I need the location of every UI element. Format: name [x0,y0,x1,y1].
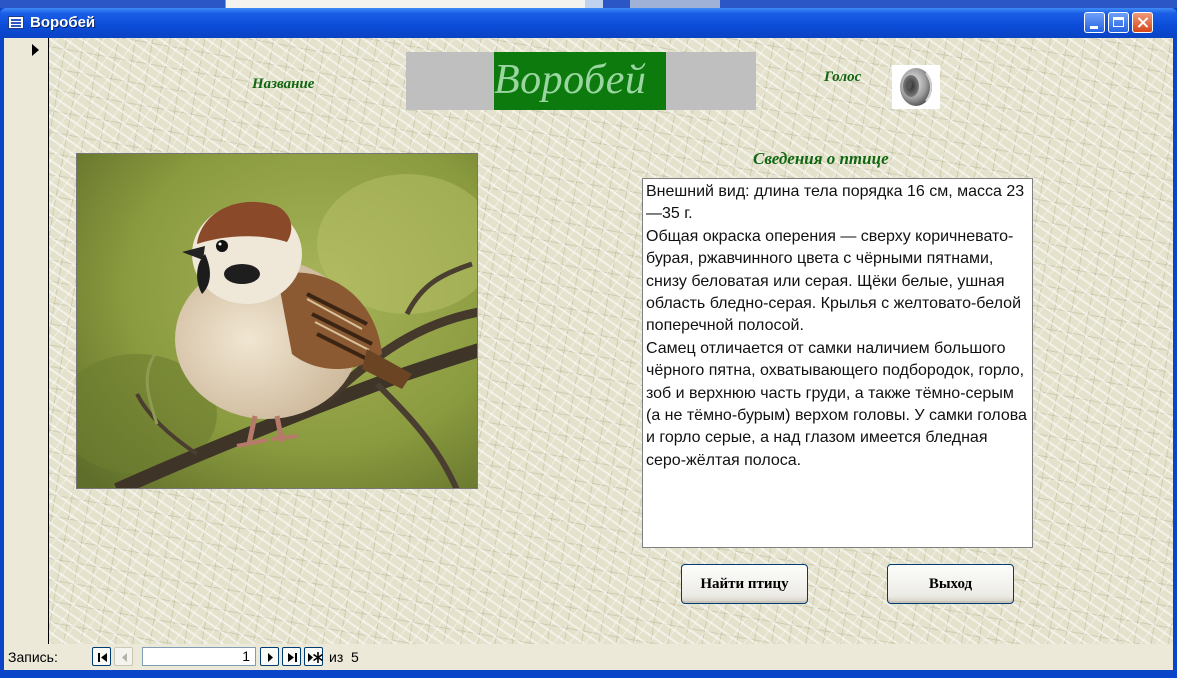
new-record-icon [308,652,323,663]
info-label: Сведения о птице [753,149,889,168]
record-label: Запись: [8,649,58,665]
first-record-icon [98,653,107,662]
last-record-button[interactable] [282,647,301,666]
name-label: Название [252,76,315,92]
previous-record-icon [122,653,127,662]
record-navigation-bar: Запись: 1 из 5 [4,644,1173,670]
last-record-icon [288,653,297,662]
record-of-label: из [329,649,344,665]
current-record-input[interactable]: 1 [142,647,256,666]
name-field[interactable]: Воробей [406,52,756,110]
bird-photo [76,153,478,489]
new-record-button[interactable] [304,647,323,666]
minimize-button[interactable] [1084,12,1105,33]
form-client-area: Название Воробей Голос Сведения о птице … [4,38,1173,670]
window-title: Воробей [30,14,96,31]
form-detail-section: Название Воробей Голос Сведения о птице … [49,38,1173,644]
form-window: Воробей Название Воробей Голос Сведения … [0,8,1177,678]
voice-label: Голос [824,69,862,85]
maximize-button[interactable] [1108,12,1129,33]
next-record-button[interactable] [260,647,279,666]
record-total: 5 [351,649,359,665]
bird-info-textbox[interactable]: Внешний вид: длина тела порядка 16 см, м… [642,178,1033,548]
first-record-button[interactable] [92,647,111,666]
form-icon[interactable] [8,16,24,29]
find-bird-button[interactable]: Найти птицу [681,564,808,604]
previous-record-button[interactable] [114,647,133,666]
window-bottom-border [0,670,1177,678]
record-selector[interactable] [4,38,49,644]
name-value: Воробей [494,57,647,103]
title-bar[interactable]: Воробей [0,8,1177,38]
close-button[interactable] [1132,12,1153,33]
speaker-icon[interactable] [892,65,940,109]
current-record-arrow-icon [32,44,39,56]
exit-button[interactable]: Выход [887,564,1014,604]
next-record-icon [268,653,273,662]
